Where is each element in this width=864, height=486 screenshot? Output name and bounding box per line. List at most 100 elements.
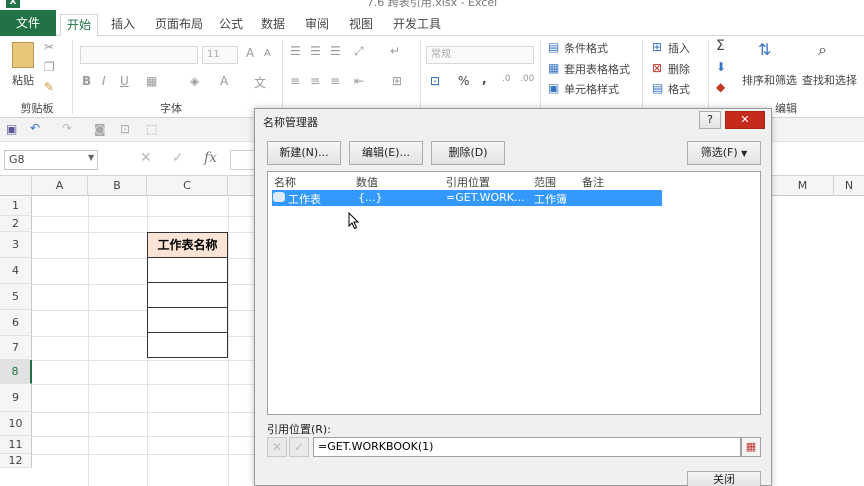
row-header[interactable]: 4 <box>0 258 32 284</box>
row-header[interactable]: 11 <box>0 436 32 454</box>
column-header[interactable]: A <box>32 176 88 196</box>
row-header[interactable]: 10 <box>0 412 32 436</box>
increase-decimal-icon[interactable]: .0 <box>502 74 511 84</box>
tab-view[interactable]: 视图 <box>344 14 378 36</box>
percent-button[interactable]: % <box>458 74 469 88</box>
screenshot-icon[interactable]: ⊡ <box>120 122 130 136</box>
column-header[interactable]: C <box>147 176 228 196</box>
row-header[interactable]: 7 <box>0 336 32 360</box>
select-icon[interactable]: ⬚ <box>146 122 157 136</box>
align-left-icon[interactable]: ≡ <box>290 74 300 88</box>
align-middle-icon[interactable]: ☰ <box>310 44 321 58</box>
conditional-format-button[interactable]: 条件格式 <box>564 40 608 56</box>
close-button[interactable]: 关闭 <box>687 471 761 486</box>
cancel-formula-icon[interactable]: ✕ <box>140 150 152 166</box>
decrease-decimal-icon[interactable]: .00 <box>520 74 534 84</box>
fill-color-icon[interactable]: ◈ <box>190 74 199 88</box>
row-header[interactable]: 1 <box>0 196 32 216</box>
confirm-edit-icon[interactable]: ✓ <box>289 437 309 457</box>
redo-icon[interactable]: ↷ <box>62 121 72 135</box>
insert-function-icon[interactable]: fx <box>204 150 217 166</box>
column-header[interactable]: B <box>88 176 147 196</box>
tab-data[interactable]: 数据 <box>256 14 290 36</box>
cell-styles-button[interactable]: 单元格样式 <box>564 81 619 97</box>
tab-file[interactable]: 文件 <box>0 10 56 36</box>
row-header[interactable]: 2 <box>0 216 32 232</box>
sort-filter-icon[interactable]: ⇅ <box>758 40 771 59</box>
paste-icon[interactable] <box>12 42 34 68</box>
table-format-icon[interactable]: ▦ <box>548 61 559 75</box>
row-header[interactable]: 9 <box>0 384 32 412</box>
accounting-format-icon[interactable]: ⊡ <box>430 74 440 88</box>
cell-styles-icon[interactable]: ▣ <box>548 81 559 95</box>
tab-insert[interactable]: 插入 <box>106 14 140 36</box>
clear-icon[interactable]: ◆ <box>716 80 725 94</box>
cancel-edit-icon[interactable]: ✕ <box>267 437 287 457</box>
tab-review[interactable]: 审阅 <box>300 14 334 36</box>
new-name-button[interactable]: 新建(N)... <box>267 141 341 165</box>
camera-icon[interactable]: ◙ <box>94 122 106 136</box>
formula-input[interactable] <box>230 150 256 170</box>
names-list[interactable]: 名称 数值 引用位置 范围 备注 工作表 {...} =GET.WORK... … <box>267 171 761 415</box>
italic-button[interactable]: I <box>102 74 106 88</box>
number-format-combo[interactable]: 常规 <box>426 46 534 64</box>
row-header[interactable]: 5 <box>0 284 32 310</box>
tab-page-layout[interactable]: 页面布局 <box>150 14 208 36</box>
font-name-combo[interactable] <box>80 46 198 64</box>
align-top-icon[interactable]: ☰ <box>290 44 301 58</box>
comma-style-button[interactable]: , <box>482 72 487 86</box>
collapse-dialog-icon[interactable]: ▦ <box>741 437 761 457</box>
copy-icon[interactable]: ❐ <box>44 60 55 74</box>
orientation-icon[interactable]: ⤢ <box>354 44 364 59</box>
sort-filter-button[interactable]: 排序和筛选 <box>742 72 797 88</box>
find-select-button[interactable]: 查找和选择 <box>802 72 857 88</box>
row-header[interactable]: 12 <box>0 454 32 468</box>
insert-cells-button[interactable]: 插入 <box>668 40 690 56</box>
conditional-format-icon[interactable]: ▤ <box>548 40 559 54</box>
format-cells-button[interactable]: 格式 <box>668 81 690 97</box>
wrap-text-icon[interactable]: ↵ <box>390 44 400 58</box>
autosum-icon[interactable]: Σ <box>716 38 725 54</box>
list-header-comment[interactable]: 备注 <box>582 174 604 190</box>
align-bottom-icon[interactable]: ☰ <box>330 44 341 58</box>
font-size-combo[interactable]: 11 <box>202 46 238 64</box>
cell-c3-header[interactable]: 工作表名称 <box>147 232 228 258</box>
undo-icon[interactable]: ↶ <box>30 121 40 135</box>
binoculars-icon[interactable]: ⌕ <box>818 40 827 60</box>
column-header[interactable]: M <box>772 176 834 196</box>
list-header-scope[interactable]: 范围 <box>534 174 556 190</box>
name-box-dropdown-icon[interactable]: ▼ <box>88 153 94 162</box>
grow-font-icon[interactable]: A <box>246 46 254 60</box>
close-icon[interactable]: ✕ <box>725 111 765 129</box>
confirm-formula-icon[interactable]: ✓ <box>172 150 184 166</box>
list-header-refers-to[interactable]: 引用位置 <box>446 174 490 190</box>
tab-developer[interactable]: 开发工具 <box>388 14 446 36</box>
select-all-corner[interactable] <box>0 176 32 196</box>
paste-button[interactable]: 粘贴 <box>12 72 34 88</box>
underline-button[interactable]: U <box>120 74 129 88</box>
border-icon[interactable]: ▦ <box>146 74 157 88</box>
filter-button[interactable]: 筛选(F) ▼ <box>687 141 761 165</box>
fill-down-icon[interactable]: ⬇ <box>716 60 726 74</box>
cell-c4[interactable] <box>147 257 228 283</box>
save-icon[interactable]: ▣ <box>6 122 17 136</box>
table-format-button[interactable]: 套用表格格式 <box>564 61 630 77</box>
insert-cells-icon[interactable]: ⊞ <box>652 40 662 54</box>
list-header-name[interactable]: 名称 <box>274 174 296 190</box>
tab-home[interactable]: 开始 <box>60 14 98 36</box>
bold-button[interactable]: B <box>82 74 91 88</box>
cell-c7[interactable] <box>147 332 228 358</box>
help-button[interactable]: ? <box>699 111 721 129</box>
cell-c5[interactable] <box>147 282 228 308</box>
delete-cells-button[interactable]: 删除 <box>668 61 690 77</box>
list-item-selected[interactable]: 工作表 {...} =GET.WORK... 工作簿 <box>272 190 662 206</box>
delete-cells-icon[interactable]: ⊠ <box>652 61 662 75</box>
name-box[interactable]: G8 <box>4 150 98 170</box>
list-header-value[interactable]: 数值 <box>356 174 378 190</box>
format-painter-icon[interactable]: ✎ <box>44 80 54 94</box>
row-header-selected[interactable]: 8 <box>0 360 32 384</box>
edit-name-button[interactable]: 编辑(E)... <box>349 141 423 165</box>
column-header[interactable]: N <box>834 176 864 196</box>
cell-c6[interactable] <box>147 307 228 333</box>
align-right-icon[interactable]: ≡ <box>330 74 340 88</box>
